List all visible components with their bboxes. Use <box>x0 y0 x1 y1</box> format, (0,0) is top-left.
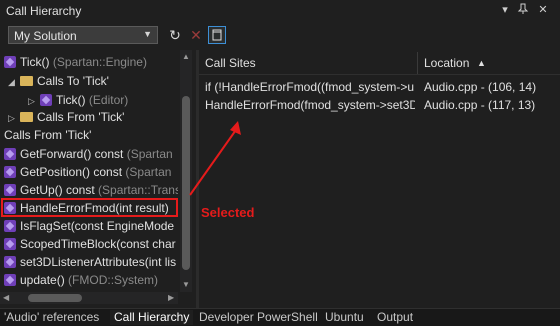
tree-item-context: (Spartan::Engine) <box>52 55 147 69</box>
method-icon <box>4 56 16 68</box>
tree-item-label: update() <box>20 273 65 287</box>
toggle-details-icon[interactable] <box>208 26 226 44</box>
tree-item-set3dlistenerattributes[interactable]: set3DListenerAttributes(int lis <box>0 253 178 271</box>
method-icon <box>40 94 52 106</box>
scroll-right-icon[interactable]: ▶ <box>168 293 174 302</box>
collapsed-triangle-icon[interactable]: ▷ <box>28 92 38 109</box>
expanded-triangle-icon[interactable]: ◢ <box>8 73 18 90</box>
tree-item-label: Tick() <box>20 55 50 69</box>
annotation-arrow <box>189 121 241 196</box>
tree-item-tick[interactable]: Tick() (Spartan::Engine) <box>0 53 178 71</box>
horizontal-scrollbar[interactable] <box>0 292 178 304</box>
tree-item-scopedtimeblock[interactable]: ScopedTimeBlock(const char <box>0 235 178 253</box>
tree-item-context: (Editor) <box>88 93 129 107</box>
folder-icon <box>20 112 33 122</box>
tab-ubuntu[interactable]: Ubuntu <box>325 310 364 325</box>
tree-item-tick-editor[interactable]: ▷ Tick() (Editor) <box>0 91 178 109</box>
method-icon <box>4 238 16 250</box>
refresh-icon[interactable]: ↻ <box>166 26 184 44</box>
title-bar <box>0 0 560 22</box>
annotation-label: Selected <box>201 205 255 220</box>
scope-dropdown-value: My Solution <box>14 29 77 43</box>
tree-item-label: Calls From 'Tick' <box>37 110 125 124</box>
section-header-label: Calls From 'Tick' <box>4 128 92 142</box>
tree-item-label: IsFlagSet(const EngineMode <box>20 219 175 233</box>
horizontal-scrollbar-thumb[interactable] <box>28 294 82 302</box>
sort-ascending-icon: ▲ <box>477 58 486 68</box>
tree-item-update[interactable]: update() (FMOD::System) <box>0 271 178 289</box>
tree-item-label: Tick() <box>56 93 86 107</box>
tree-item-label: set3DListenerAttributes(int lis <box>20 255 177 269</box>
tree-item-getup[interactable]: GetUp() const (Spartan::Trans <box>0 181 178 199</box>
tree-item-context: (Spartan <box>126 147 173 161</box>
tree-item-label: GetPosition() const <box>20 165 123 179</box>
method-icon <box>4 166 16 178</box>
tab-audio-references[interactable]: 'Audio' references <box>4 310 99 325</box>
tree-item-calls-from-tick[interactable]: ▷ Calls From 'Tick' <box>0 108 178 126</box>
method-icon <box>4 256 16 268</box>
tree-item-context: (FMOD::System) <box>68 273 159 287</box>
tree-item-calls-to-tick[interactable]: ◢ Calls To 'Tick' <box>0 72 178 90</box>
column-divider[interactable] <box>417 52 418 74</box>
scroll-left-icon[interactable]: ◀ <box>3 293 9 302</box>
method-icon <box>4 184 16 196</box>
selection-highlight <box>1 198 178 217</box>
tab-output[interactable]: Output <box>377 310 413 325</box>
tree-item-context: (Spartan::Trans <box>98 183 178 197</box>
column-header-call-sites[interactable]: Call Sites <box>205 52 256 74</box>
collapsed-triangle-icon[interactable]: ▷ <box>8 109 18 126</box>
section-header-calls-from-tick: Calls From 'Tick' <box>0 126 178 144</box>
chevron-down-icon[interactable]: ▾ <box>498 3 512 17</box>
tree-item-label: GetUp() const <box>20 183 95 197</box>
location-cell[interactable]: Audio.cpp - (117, 13) <box>424 96 560 114</box>
method-icon <box>4 220 16 232</box>
tree-item-isflagset[interactable]: IsFlagSet(const EngineMode <box>0 217 178 235</box>
tree-item-label: ScopedTimeBlock(const char <box>20 237 176 251</box>
method-icon <box>4 274 16 286</box>
folder-icon <box>20 76 33 86</box>
tree-item-context: (Spartan <box>125 165 172 179</box>
pin-icon[interactable] <box>516 3 530 17</box>
column-header-location[interactable]: Location <box>424 52 469 74</box>
tab-call-hierarchy[interactable]: Call Hierarchy <box>110 310 194 325</box>
tree-item-getforward[interactable]: GetForward() const (Spartan <box>0 145 178 163</box>
call-site-cell[interactable]: if (!HandleErrorFmod((fmod_system->u <box>205 78 415 96</box>
tree-item-label: GetForward() const <box>20 147 124 161</box>
tree-item-label: Calls To 'Tick' <box>37 74 109 88</box>
method-icon <box>4 148 16 160</box>
scroll-up-icon[interactable]: ▲ <box>182 52 190 61</box>
tree-item-getposition[interactable]: GetPosition() const (Spartan <box>0 163 178 181</box>
chevron-down-icon: ▼ <box>143 29 152 39</box>
location-cell[interactable]: Audio.cpp - (106, 14) <box>424 78 560 96</box>
cancel-icon[interactable]: ✕ <box>187 26 205 44</box>
call-site-cell[interactable]: HandleErrorFmod(fmod_system->set3D <box>205 96 415 114</box>
window-title: Call Hierarchy <box>6 4 82 18</box>
close-icon[interactable]: ✕ <box>536 3 550 17</box>
scope-dropdown[interactable]: My Solution ▼ <box>8 26 158 44</box>
scroll-down-icon[interactable]: ▼ <box>182 280 190 289</box>
tab-developer-powershell[interactable]: Developer PowerShell <box>199 310 318 325</box>
